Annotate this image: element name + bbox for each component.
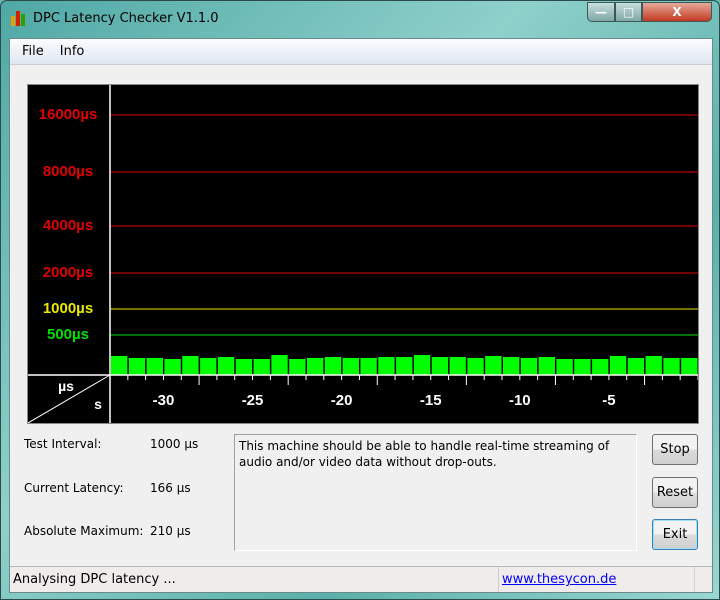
- latency-bar: [592, 359, 609, 375]
- menu-file[interactable]: File: [14, 44, 52, 59]
- x-tick-label: -5: [602, 392, 615, 409]
- test-interval-value: 1000 µs: [150, 437, 199, 451]
- latency-bar: [467, 357, 484, 375]
- latency-bar: [307, 357, 324, 375]
- close-button[interactable]: X: [642, 2, 712, 22]
- latency-bar: [663, 357, 680, 375]
- latency-bar: [217, 357, 235, 375]
- latency-bar: [342, 357, 359, 375]
- latency-bar: [520, 357, 538, 375]
- x-tick-label: -10: [509, 392, 531, 409]
- latency-bar: [164, 359, 181, 375]
- latency-bar: [289, 359, 306, 375]
- app-bar-chart-icon: [11, 10, 27, 26]
- resize-grip[interactable]: [694, 567, 712, 592]
- absolute-maximum-value: 210 µs: [150, 524, 191, 538]
- latency-chart: -30 -25 -20 -15 -10 -5 µs s 16000µs 8000µs 4000µs…: [27, 84, 699, 424]
- latency-bar: [556, 359, 573, 375]
- menu-info[interactable]: Info: [52, 44, 93, 59]
- latency-bar: [128, 357, 146, 375]
- latency-bar: [182, 355, 199, 375]
- title-bar: DPC Latency Checker V1.1.0: [11, 8, 219, 28]
- y-unit-label: µs: [58, 378, 74, 394]
- status-text: Analysing DPC latency ...: [13, 572, 176, 587]
- latency-bar: [146, 357, 163, 375]
- latency-bar: [235, 359, 253, 375]
- absolute-maximum-label: Absolute Maximum:: [24, 524, 144, 538]
- latency-bar: [200, 357, 217, 375]
- y-tick-label: 4000µs: [42, 217, 94, 234]
- latency-bar: [609, 355, 627, 375]
- latency-bar: [111, 355, 128, 375]
- y-tick-label: 8000µs: [42, 163, 94, 180]
- minimize-button[interactable]: —: [587, 2, 615, 22]
- client-area: File Info -30 -25 -20 -15 -10 -5 µs s 16000µs 80…: [9, 38, 713, 593]
- latency-bar: [324, 357, 342, 375]
- app-window: DPC Latency Checker V1.1.0 — □ X File In…: [0, 0, 720, 600]
- current-latency-label: Current Latency:: [24, 481, 124, 495]
- latency-bar: [271, 355, 288, 375]
- window-title: DPC Latency Checker V1.1.0: [33, 10, 219, 26]
- result-message: This machine should be able to handle re…: [234, 434, 637, 551]
- latency-bar: [378, 357, 395, 375]
- x-tick-label: -30: [153, 392, 175, 409]
- stop-button[interactable]: Stop: [652, 434, 698, 465]
- latency-bar: [360, 357, 377, 375]
- latency-bar: [645, 355, 662, 375]
- latency-bar: [431, 357, 449, 375]
- latency-bar: [503, 357, 520, 375]
- latency-bar: [574, 359, 591, 375]
- current-latency-value: 166 µs: [150, 481, 191, 495]
- x-tick-label: -20: [331, 392, 353, 409]
- latency-bar: [449, 357, 466, 375]
- test-interval-label: Test Interval:: [24, 437, 102, 451]
- x-tick-label: -25: [242, 392, 264, 409]
- menu-bar: File Info: [10, 39, 712, 65]
- y-tick-label: 2000µs: [42, 264, 94, 281]
- latency-bar: [627, 357, 645, 375]
- latency-bar: [253, 359, 270, 375]
- x-tick-label: -15: [420, 392, 442, 409]
- latency-bar: [413, 355, 431, 375]
- website-link[interactable]: www.thesycon.de: [498, 567, 694, 592]
- y-tick-label: 16000µs: [38, 106, 98, 123]
- reset-button[interactable]: Reset: [652, 477, 698, 508]
- latency-bar: [538, 357, 555, 375]
- x-unit-label: s: [94, 396, 102, 412]
- chart-canvas: -30 -25 -20 -15 -10 -5 µs s: [27, 85, 699, 424]
- latency-bar: [485, 355, 502, 375]
- exit-button[interactable]: Exit: [652, 519, 698, 550]
- latency-bar: [681, 357, 698, 375]
- y-tick-label: 1000µs: [42, 300, 94, 317]
- y-tick-label: 500µs: [46, 326, 89, 343]
- status-bar: Analysing DPC latency ... www.thesycon.d…: [10, 566, 712, 592]
- latency-bar: [396, 357, 413, 375]
- maximize-button[interactable]: □: [615, 2, 642, 22]
